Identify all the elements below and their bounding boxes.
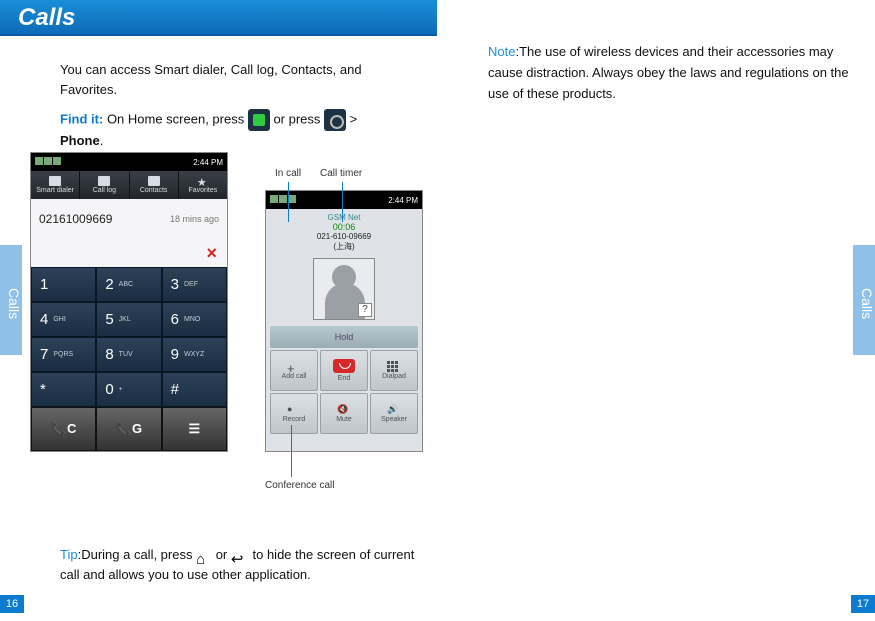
find-it-a: On Home screen, press	[103, 111, 248, 126]
key-1[interactable]: 1	[31, 267, 96, 302]
call-location: (上海)	[266, 241, 422, 252]
phone-incall-screenshot: 2:44 PM GSM Net 00:06 021-610-09669 (上海)…	[265, 190, 423, 452]
tip-b: or	[212, 547, 231, 562]
mute-button[interactable]: Mute	[320, 393, 368, 434]
key-5[interactable]: 5JKL	[96, 302, 161, 337]
find-it-line: Find it: On Home screen, press or press …	[60, 109, 420, 151]
key-8[interactable]: 8TUV	[96, 337, 161, 372]
key-hash[interactable]: #	[162, 372, 227, 407]
call-sim-c-button[interactable]: 📞C	[31, 407, 96, 451]
call-sim-g-button[interactable]: 📞G	[96, 407, 161, 451]
callout-line-conference	[291, 425, 292, 477]
mute-icon	[337, 404, 351, 414]
tab-contacts[interactable]: Contacts	[130, 171, 179, 199]
dot: .	[100, 133, 104, 148]
plus-icon	[287, 361, 301, 371]
side-tab-left: Calls	[0, 245, 22, 355]
body-text-left: You can access Smart dialer, Call log, C…	[60, 60, 420, 151]
unknown-contact-icon: ?	[358, 303, 372, 317]
note-paragraph: Note:The use of wireless devices and the…	[488, 42, 855, 104]
page-number-left: 16	[0, 595, 24, 613]
dialpad-button[interactable]: Dialpad	[370, 350, 418, 391]
clear-row: ×	[31, 239, 227, 267]
status-icons-2	[270, 195, 297, 205]
status-icons	[35, 157, 62, 167]
call-timer-value: 00:06	[266, 222, 422, 232]
page-left: Calls Calls 16 You can access Smart dial…	[0, 0, 437, 621]
recent-call-row[interactable]: 02161009669 18 mins ago	[31, 199, 227, 239]
smart-dialer-icon	[49, 176, 61, 186]
home-icon	[196, 549, 212, 563]
status-time: 2:44 PM	[193, 158, 223, 167]
tab-call-log[interactable]: Call log	[80, 171, 129, 199]
status-bar: 2:44 PM	[31, 153, 227, 171]
contacts-button[interactable]: ☰	[162, 407, 227, 451]
network-label: GSM Net	[266, 213, 422, 222]
caller-avatar: ?	[313, 258, 375, 320]
tip-paragraph: Tip:During a call, press or to hide the …	[60, 545, 420, 584]
phone-app-icon	[248, 109, 270, 131]
speaker-button[interactable]: Speaker	[370, 393, 418, 434]
keypad: 1 2ABC 3DEF 4GHI 5JKL 6MNO 7PQRS 8TUV 9W…	[31, 267, 227, 407]
tab-favorites[interactable]: Favorites	[179, 171, 227, 199]
callout-line-incall	[288, 182, 289, 222]
end-call-button[interactable]: End	[320, 350, 368, 391]
clear-icon[interactable]: ×	[206, 243, 217, 264]
add-call-button[interactable]: Add call	[270, 350, 318, 391]
tab-smart-dialer[interactable]: Smart dialer	[31, 171, 80, 199]
key-2[interactable]: 2ABC	[96, 267, 161, 302]
recent-time: 18 mins ago	[170, 214, 219, 224]
contacts-icon	[148, 176, 160, 186]
header-title: Calls	[0, 0, 437, 32]
dialpad-icon	[387, 361, 401, 371]
callout-in-call: In call	[275, 168, 301, 179]
callout-call-timer: Call timer	[320, 168, 362, 179]
key-4[interactable]: 4GHI	[31, 302, 96, 337]
end-call-icon	[333, 359, 355, 373]
note-body: The use of wireless devices and their ac…	[488, 44, 849, 101]
tip-a: During a call, press	[81, 547, 196, 562]
record-button[interactable]: Record	[270, 393, 318, 434]
recent-number: 02161009669	[39, 212, 170, 226]
record-icon	[287, 404, 301, 414]
tip-label: Tip	[60, 547, 78, 562]
phone-word: Phone	[60, 133, 100, 148]
tab-label: Smart dialer	[36, 187, 74, 194]
status-bar-2: 2:44 PM	[266, 191, 422, 209]
dialer-tabs: Smart dialer Call log Contacts Favorites	[31, 171, 227, 199]
side-tab-right: Calls	[853, 245, 875, 355]
tab-label: Call log	[93, 187, 116, 194]
key-9[interactable]: 9WXYZ	[162, 337, 227, 372]
key-3[interactable]: 3DEF	[162, 267, 227, 302]
back-icon	[231, 549, 249, 563]
speaker-icon	[387, 404, 401, 414]
note-label: Note	[488, 44, 515, 59]
phone-dialer-screenshot: 2:44 PM Smart dialer Call log Contacts F…	[30, 152, 228, 452]
page-right: Calls 17 Note:The use of wireless device…	[438, 0, 875, 621]
gt: >	[346, 111, 357, 126]
page-number-right: 17	[851, 595, 875, 613]
key-7[interactable]: 7PQRS	[31, 337, 96, 372]
key-star[interactable]: *	[31, 372, 96, 407]
menu-icon	[324, 109, 346, 131]
favorites-icon	[197, 176, 209, 186]
status-time-2: 2:44 PM	[388, 196, 418, 205]
call-info: GSM Net 00:06 021-610-09669 (上海)	[266, 209, 422, 252]
bottom-row: 📞C 📞G ☰	[31, 407, 227, 451]
tab-label: Contacts	[140, 187, 168, 194]
header-bar: Calls	[0, 0, 437, 36]
find-it-b: or press	[270, 111, 324, 126]
hold-button[interactable]: Hold	[270, 326, 418, 348]
call-log-icon	[98, 176, 110, 186]
callout-line-timer	[342, 182, 343, 222]
call-button-grid: Add call End Dialpad Record Mute Speaker	[270, 350, 418, 434]
paragraph-intro: You can access Smart dialer, Call log, C…	[60, 60, 420, 99]
key-0[interactable]: 0+	[96, 372, 161, 407]
call-number: 021-610-09669	[266, 232, 422, 241]
key-6[interactable]: 6MNO	[162, 302, 227, 337]
find-it-label: Find it:	[60, 111, 103, 126]
tab-label: Favorites	[188, 187, 217, 194]
callout-conference-call: Conference call	[265, 480, 334, 491]
